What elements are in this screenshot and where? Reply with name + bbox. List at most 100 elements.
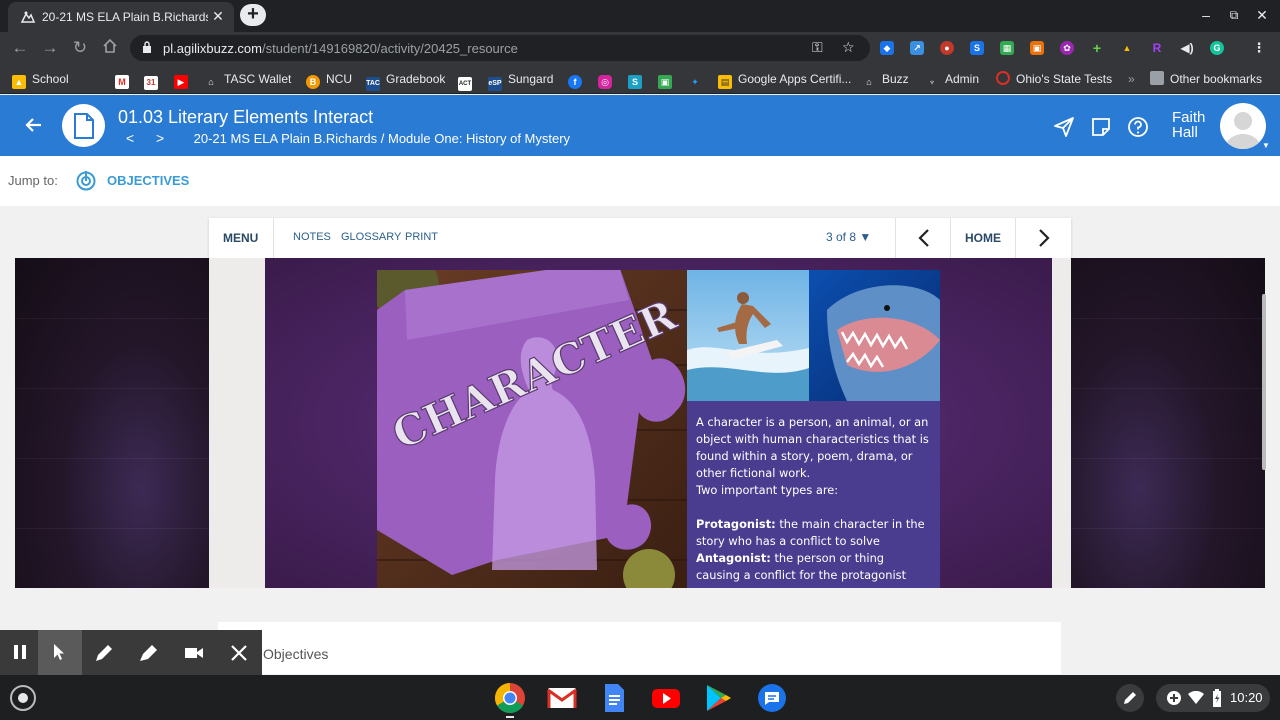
status-tray[interactable]: 10:20 xyxy=(1156,684,1270,712)
bookmark-facebook[interactable]: f xyxy=(568,71,588,89)
extension-record-icon[interactable]: ● xyxy=(940,41,954,55)
print-button[interactable]: PRINT xyxy=(405,231,438,243)
bookmark-ncu[interactable]: B NCU xyxy=(306,71,352,89)
highlighter-tool-button[interactable] xyxy=(126,630,170,675)
close-toolbar-button[interactable] xyxy=(217,630,261,675)
camera-tool-button[interactable] xyxy=(172,630,216,675)
next-page-icon[interactable] xyxy=(1035,227,1053,249)
bookmark-twitter[interactable]: ✦ xyxy=(688,71,708,89)
objectives-link[interactable]: OBJECTIVES xyxy=(107,173,189,188)
classroom-icon: ▣ xyxy=(658,75,672,89)
character-puzzle-image: CHARACTER xyxy=(377,270,687,588)
bookmarks-overflow[interactable]: » xyxy=(1128,71,1135,87)
stylus-tools-button[interactable] xyxy=(1116,684,1144,712)
objectives-heading: Objectives xyxy=(263,646,329,662)
notes-button[interactable]: NOTES xyxy=(293,231,331,243)
page-selector[interactable]: 3 of 8 ▼ xyxy=(826,230,871,244)
bookmark-schoology[interactable]: S xyxy=(628,71,648,89)
bookmark-gmail[interactable]: M xyxy=(115,71,135,89)
extension-color-icon[interactable]: ✿ xyxy=(1060,41,1074,55)
bookmark-tasc-wallet[interactable]: ⌂ TASC Wallet xyxy=(204,71,291,89)
previous-page-icon[interactable] xyxy=(915,227,933,249)
ohio-icon xyxy=(996,71,1010,85)
bookmark-buzz[interactable]: ⌂ Buzz xyxy=(862,71,909,89)
extension-arrow-icon[interactable]: ↗ xyxy=(910,41,924,55)
restore-icon[interactable]: ⧉ xyxy=(1226,8,1242,22)
tab-close-icon[interactable]: ✕ xyxy=(210,8,226,24)
pen-tool-button[interactable] xyxy=(82,630,126,675)
extension-s-icon[interactable]: S xyxy=(970,41,984,55)
new-tab-button[interactable]: + xyxy=(240,4,266,26)
extension-r-icon[interactable]: R xyxy=(1150,41,1164,55)
browser-tab[interactable]: 20-21 MS ELA Plain B.Richards - ✕ xyxy=(8,2,234,32)
home-icon[interactable] xyxy=(100,38,120,58)
lock-icon xyxy=(142,40,152,54)
app-header: 01.03 Literary Elements Interact < > 20-2… xyxy=(0,95,1280,156)
menu-button[interactable]: MENU xyxy=(223,231,258,245)
gmail-app-icon[interactable] xyxy=(546,682,578,714)
bookmark-act[interactable]: ACT xyxy=(458,71,478,91)
bookmark-school[interactable]: ▲ School xyxy=(12,71,69,89)
extension-puzzle-icon[interactable]: ▦ xyxy=(1000,41,1014,55)
youtube-app-icon[interactable] xyxy=(650,682,682,714)
esp-icon: eSP xyxy=(488,77,502,91)
objectives-card xyxy=(218,622,1061,674)
chrome-app-icon[interactable] xyxy=(494,682,526,714)
window-close-icon[interactable]: ✕ xyxy=(1254,8,1270,22)
act-icon: ACT xyxy=(458,77,472,91)
user-menu-caret-icon[interactable]: ▼ xyxy=(1262,141,1270,150)
folder-icon xyxy=(1150,71,1164,85)
bookmark-admin[interactable]: ♆ Admin xyxy=(925,71,979,89)
buzz-icon: ⌂ xyxy=(204,75,218,89)
bookmark-calendar[interactable]: 31 xyxy=(144,71,164,90)
key-icon[interactable]: ⚿ xyxy=(812,39,823,56)
grammarly-icon[interactable]: G xyxy=(1210,41,1224,55)
launcher-icon[interactable] xyxy=(10,685,36,711)
bookmark-instagram[interactable]: ◎ xyxy=(598,71,618,89)
buzz-favicon-icon xyxy=(20,10,36,24)
target-icon[interactable] xyxy=(75,170,97,192)
bookmark-sungard[interactable]: eSP Sungard xyxy=(488,71,553,91)
back-icon[interactable]: ← xyxy=(10,38,30,58)
previous-activity-icon[interactable]: < xyxy=(126,130,142,146)
breadcrumb: < > 20-21 MS ELA Plain B.Richards / Modul… xyxy=(126,130,570,146)
clock: 10:20 xyxy=(1230,690,1263,705)
avatar[interactable] xyxy=(1220,103,1266,149)
bookmark-gradebook[interactable]: TAC Gradebook xyxy=(366,71,445,91)
glossary-button[interactable]: GLOSSARY xyxy=(341,231,401,243)
document-icon xyxy=(62,104,105,147)
back-arrow-icon[interactable] xyxy=(24,115,44,135)
extension-plus-icon[interactable]: + xyxy=(1090,41,1104,55)
pointer-tool-button[interactable] xyxy=(38,630,82,675)
help-icon[interactable] xyxy=(1127,116,1149,138)
address-bar[interactable]: pl.agilixbuzz.com/student/149169820/acti… xyxy=(130,35,870,61)
bookmark-ohio-tests[interactable]: Ohio's State Tests xyxy=(996,71,1112,87)
brick-background-right xyxy=(1071,258,1265,588)
notes-icon[interactable] xyxy=(1090,116,1112,138)
docs-app-icon[interactable] xyxy=(598,682,630,714)
extension-image-icon[interactable]: ▣ xyxy=(1030,41,1044,55)
forward-icon[interactable]: → xyxy=(40,38,60,58)
jump-bar: Jump to: OBJECTIVES xyxy=(0,156,1280,206)
other-bookmarks[interactable]: Other bookmarks xyxy=(1150,71,1262,87)
speaker-icon[interactable]: ◀) xyxy=(1180,41,1194,55)
home-button[interactable]: HOME xyxy=(965,231,1001,245)
next-activity-icon[interactable]: > xyxy=(156,130,172,146)
breadcrumb-text[interactable]: 20-21 MS ELA Plain B.Richards / Module O… xyxy=(194,131,570,146)
os-shelf: 10:20 xyxy=(0,675,1280,720)
chrome-menu-icon[interactable]: ⋮ xyxy=(1252,41,1266,55)
send-icon[interactable] xyxy=(1053,116,1075,138)
scrollbar[interactable] xyxy=(1262,294,1266,470)
extension-diamond-icon[interactable]: ◆ xyxy=(880,41,894,55)
bookmark-youtube[interactable]: ▶ xyxy=(174,71,194,89)
activity-title: 01.03 Literary Elements Interact xyxy=(118,107,374,127)
messages-app-icon[interactable] xyxy=(756,682,788,714)
bookmark-star-icon[interactable]: ☆ xyxy=(842,39,855,56)
bookmark-google-apps[interactable]: ▤ Google Apps Certifi... xyxy=(718,71,851,89)
extension-drive-icon[interactable]: ▲ xyxy=(1120,41,1134,55)
user-name[interactable]: Faith Hall xyxy=(1172,110,1205,140)
play-store-app-icon[interactable] xyxy=(702,682,734,714)
minimize-icon[interactable]: – xyxy=(1198,8,1214,22)
bookmark-classroom[interactable]: ▣ xyxy=(658,71,678,89)
reload-icon[interactable]: ↻ xyxy=(70,38,90,58)
